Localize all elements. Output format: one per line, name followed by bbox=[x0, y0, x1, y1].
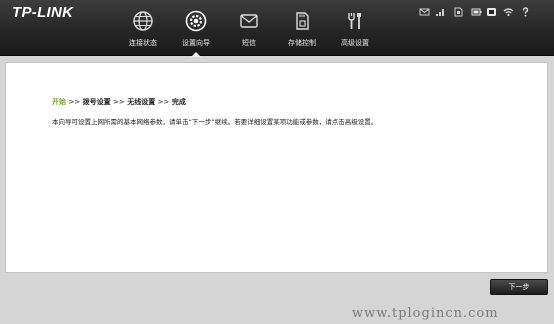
globe-icon bbox=[132, 10, 154, 32]
breadcrumb-step-finish: 完成 bbox=[171, 98, 186, 106]
wizard-breadcrumb: 开始 >> 拨号设置 >> 无线设置 >> 完成 bbox=[52, 97, 186, 107]
battery-icon bbox=[471, 2, 482, 16]
breadcrumb-separator: >> bbox=[157, 98, 170, 106]
help-icon[interactable] bbox=[520, 2, 531, 17]
nav-label: 设置向导 bbox=[182, 39, 210, 47]
breadcrumb-step-dial: 拨号设置 bbox=[82, 98, 111, 106]
sms-indicator-icon[interactable] bbox=[486, 2, 497, 16]
sim-status-icon bbox=[453, 2, 464, 17]
nav-setup-wizard[interactable]: 设置向导 bbox=[168, 10, 224, 57]
tools-icon bbox=[344, 10, 366, 32]
nav-connection-status[interactable]: 连接状态 bbox=[115, 10, 171, 54]
nav-label: 存储控制 bbox=[288, 39, 316, 47]
nav-label: 连接状态 bbox=[129, 39, 157, 47]
top-header: TP-LINK 连接状态 设置向导 短信 存储控制 高级设置 bbox=[0, 0, 554, 57]
mail-status-icon[interactable] bbox=[419, 2, 430, 16]
gear-icon bbox=[185, 10, 207, 32]
breadcrumb-step-wireless: 无线设置 bbox=[127, 98, 156, 106]
breadcrumb-separator: >> bbox=[68, 98, 81, 106]
nav-sms[interactable]: 短信 bbox=[221, 10, 277, 54]
nav-storage-control[interactable]: 存储控制 bbox=[274, 10, 330, 54]
breadcrumb-separator: >> bbox=[113, 98, 125, 106]
watermark-text: www.tplogincn.com bbox=[352, 306, 499, 321]
nav-label: 高级设置 bbox=[341, 39, 369, 47]
wizard-description: 本向导可设置上网所需的基本网络参数，请单击“下一步”继续。若要详细设置某项功能或… bbox=[52, 118, 378, 126]
signal-strength-icon bbox=[435, 2, 446, 16]
nav-advanced-settings[interactable]: 高级设置 bbox=[327, 10, 383, 54]
wifi-icon bbox=[503, 2, 514, 17]
nav-label: 短信 bbox=[242, 39, 256, 47]
brand-logo: TP-LINK bbox=[12, 4, 74, 21]
sd-card-icon bbox=[291, 10, 313, 32]
wizard-panel: 开始 >> 拨号设置 >> 无线设置 >> 完成 本向导可设置上网所需的基本网络… bbox=[5, 62, 548, 273]
envelope-icon bbox=[238, 10, 260, 32]
breadcrumb-step-start: 开始 bbox=[52, 98, 66, 106]
next-button[interactable]: 下一步 bbox=[490, 279, 548, 295]
